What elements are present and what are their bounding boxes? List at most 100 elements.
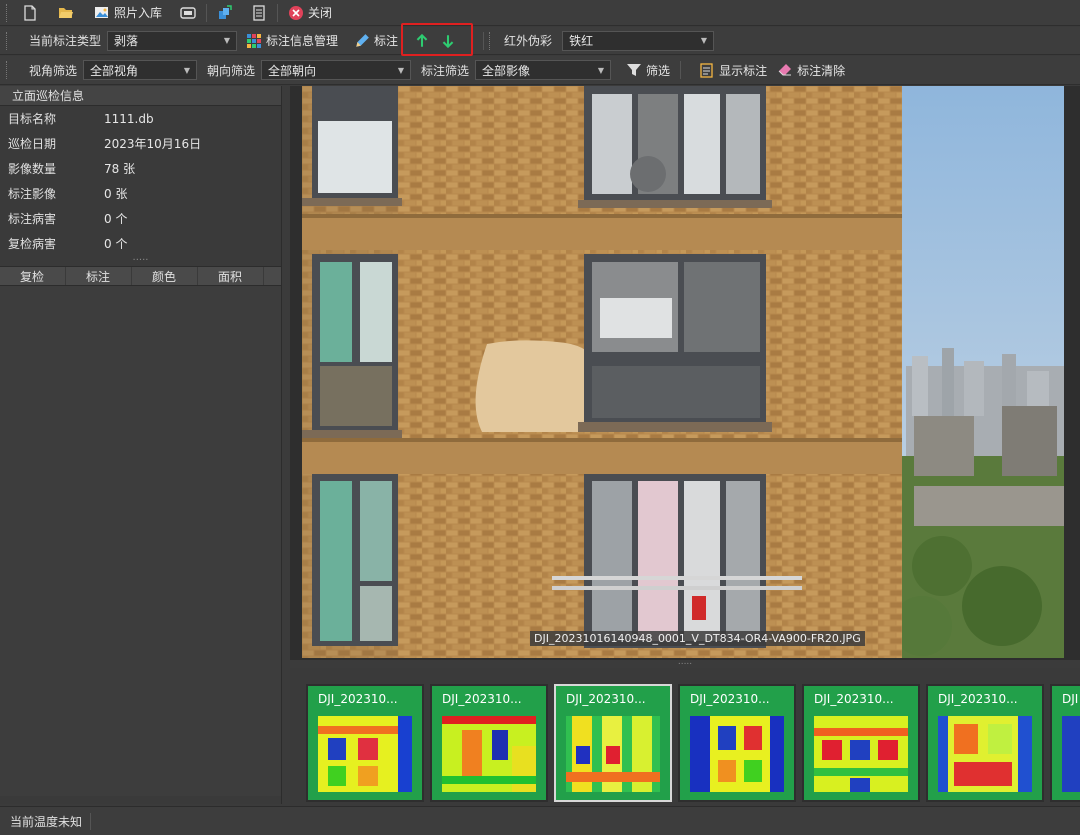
info-value: 2023年10月16日: [104, 137, 202, 151]
building-facade-image: [302, 86, 1064, 658]
thermal-image: [690, 716, 784, 792]
thumbnail-title: DJI_202310...: [442, 692, 522, 706]
annotation-table-body[interactable]: [0, 286, 281, 796]
toolbar-separator: [483, 31, 485, 50]
column-header-label[interactable]: 标注: [66, 267, 132, 285]
thumbnail-title: DJI: [1062, 692, 1079, 706]
highlight-box: [401, 23, 473, 56]
info-row: 影像数量 78 张: [0, 156, 281, 181]
toolbar-separator: [206, 3, 208, 22]
document-button[interactable]: [246, 2, 272, 24]
toolbar-separator: [277, 3, 279, 22]
new-file-icon: [24, 4, 36, 21]
thermal-image: [1062, 716, 1080, 792]
label-type-label: 当前标注类型: [29, 34, 102, 48]
filter-button[interactable]: 筛选: [621, 59, 675, 81]
filter-toolbar: 视角筛选 全部视角 ▼ 朝向筛选 全部朝向 ▼ 标注筛选 全部影像 ▼ 筛选 显…: [0, 56, 1080, 85]
thumbnail-title: DJI_202310...: [318, 692, 398, 706]
close-button[interactable]: 关闭: [283, 2, 337, 24]
orient-filter-value: 全部朝向: [268, 63, 317, 78]
info-key: 影像数量: [8, 162, 57, 176]
chevron-down-icon: ▼: [223, 36, 231, 45]
info-value: 78 张: [104, 162, 136, 176]
info-list: 目标名称 1111.db 巡检日期 2023年10月16日 影像数量 78 张 标注影…: [0, 106, 281, 256]
thumbnail-item[interactable]: DJI_202310...: [926, 684, 1044, 802]
status-bar: 当前温度未知: [0, 806, 1080, 835]
annotation-table-header: 复检 标注 颜色 面积: [0, 266, 281, 286]
infrared-value: 铁红: [569, 34, 594, 48]
clear-marks-button[interactable]: 标注清除: [772, 59, 850, 81]
info-key: 标注影像: [8, 187, 57, 201]
label-type-value: 剥落: [114, 34, 139, 48]
temperature-status: 当前温度未知: [0, 812, 92, 830]
infrared-label: 红外伪彩: [504, 34, 553, 48]
document-icon: [253, 4, 265, 21]
show-marks-icon: [700, 63, 713, 78]
archive-button[interactable]: [175, 2, 201, 24]
chevron-down-icon: ▼: [597, 65, 605, 75]
mark-filter-label: 标注筛选: [421, 63, 470, 78]
thumbnail-item[interactable]: DJI_202310...: [802, 684, 920, 802]
filter-label: 筛选: [646, 63, 671, 78]
label-info-mgmt-button[interactable]: 标注信息管理: [241, 30, 343, 52]
main-toolbar: 照片入库 关闭: [0, 0, 1080, 26]
thumbnail-item[interactable]: DJI: [1050, 684, 1080, 802]
toolbar-grip[interactable]: [489, 31, 492, 50]
annotate-label: 标注: [374, 34, 399, 48]
info-row: 标注病害 0 个: [0, 206, 281, 231]
thumbnail-title: DJI_202310...: [814, 692, 894, 706]
info-key: 标注病害: [8, 212, 57, 226]
panel-title: 立面巡检信息: [0, 86, 281, 106]
toolbar-grip[interactable]: [6, 31, 9, 50]
pencil-icon: [356, 33, 369, 47]
info-row: 巡检日期 2023年10月16日: [0, 131, 281, 156]
vertical-splitter[interactable]: [283, 86, 289, 804]
orient-filter-label: 朝向筛选: [207, 63, 256, 78]
eraser-icon: [778, 64, 792, 76]
photo-import-button[interactable]: 照片入库: [89, 2, 167, 24]
mark-filter-select[interactable]: 全部影像 ▼: [475, 60, 612, 80]
close-icon: [289, 5, 304, 20]
toolbar-grip[interactable]: [6, 61, 9, 79]
panel-splitter[interactable]: .....: [0, 253, 281, 264]
thumbnail-item[interactable]: DJI_202310...: [678, 684, 796, 802]
open-folder-button[interactable]: [53, 2, 79, 24]
thermal-image: [814, 716, 908, 792]
close-label: 关闭: [308, 6, 333, 20]
info-row: 标注影像 0 张: [0, 181, 281, 206]
show-marks-label: 显示标注: [719, 63, 768, 78]
clear-marks-label: 标注清除: [797, 63, 846, 78]
new-file-button[interactable]: [17, 2, 43, 24]
annotate-button[interactable]: 标注: [349, 30, 403, 52]
info-value: 0 张: [104, 187, 128, 201]
inspection-info-panel: 立面巡检信息 目标名称 1111.db 巡检日期 2023年10月16日 影像数量 7…: [0, 86, 282, 804]
grid-icon: [247, 33, 262, 48]
thumbnail-item[interactable]: DJI_202310...: [430, 684, 548, 802]
image-viewer[interactable]: DJI_20231016140948_0001_V_DT834-OR4-VA90…: [290, 86, 1080, 660]
info-key: 复检病害: [8, 237, 57, 251]
thumbnail-item-selected[interactable]: DJI_202310...: [554, 684, 672, 802]
folder-open-icon: [59, 7, 73, 18]
infrared-palette-select[interactable]: 铁红 ▼: [562, 30, 715, 51]
thumbnail-strip[interactable]: DJI_202310... DJI_202310... DJI_202310..…: [290, 668, 1080, 806]
view-filter-select[interactable]: 全部视角 ▼: [83, 60, 198, 80]
horizontal-splitter[interactable]: .....: [290, 658, 1080, 668]
info-value: 0 个: [104, 237, 128, 251]
thermal-image: [442, 716, 536, 792]
photo-import-label: 照片入库: [114, 6, 163, 20]
mark-filter-value: 全部影像: [482, 63, 531, 78]
orient-filter-select[interactable]: 全部朝向 ▼: [261, 60, 412, 80]
facade-photo[interactable]: DJI_20231016140948_0001_V_DT834-OR4-VA90…: [302, 86, 1064, 658]
column-header-recheck[interactable]: 复检: [0, 267, 66, 285]
toolbar-grip[interactable]: [6, 3, 9, 22]
label-type-select[interactable]: 剥落 ▼: [107, 30, 238, 51]
show-marks-button[interactable]: 显示标注: [694, 59, 772, 81]
export-button[interactable]: [212, 2, 238, 24]
thermal-image: [318, 716, 412, 792]
thumbnail-item[interactable]: DJI_202310...: [306, 684, 424, 802]
view-filter-label: 视角筛选: [29, 63, 78, 78]
toolbar-separator: [680, 61, 682, 79]
column-header-area[interactable]: 面积: [198, 267, 264, 285]
column-header-color[interactable]: 颜色: [132, 267, 198, 285]
thermal-image: [566, 716, 660, 792]
